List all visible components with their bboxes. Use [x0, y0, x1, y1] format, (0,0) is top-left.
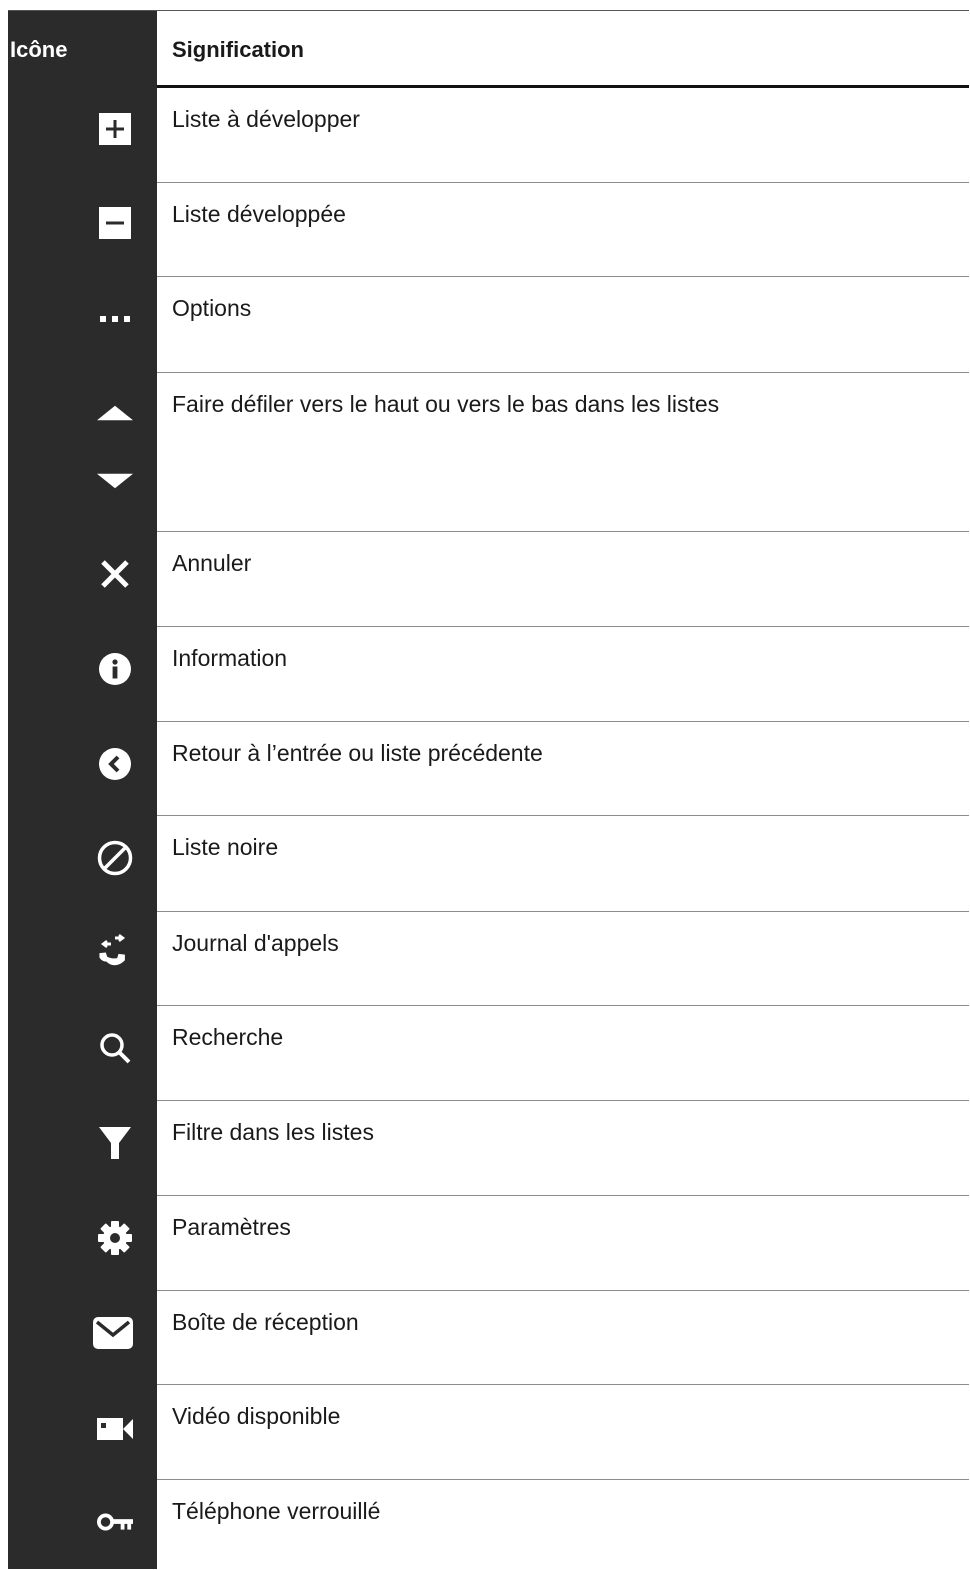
meaning-cell: Paramètres	[157, 1196, 969, 1291]
icon-cell	[8, 88, 157, 183]
meaning-cell: Filtre dans les listes	[157, 1101, 969, 1196]
table-row: Liste noire	[8, 816, 969, 912]
settings-gear-icon	[97, 1220, 133, 1256]
icon-cell	[8, 373, 157, 532]
meaning-cell: Recherche	[157, 1006, 969, 1101]
icon-legend-table: Icône Signification Liste à développer L…	[8, 10, 969, 1569]
mail-envelope-icon	[93, 1315, 133, 1351]
close-x-icon	[97, 556, 133, 592]
meaning-cell: Liste noire	[157, 816, 969, 912]
table-row: Journal d'appels	[8, 912, 969, 1006]
row-label: Options	[172, 295, 252, 321]
meaning-cell: Options	[157, 277, 969, 373]
plus-box-icon	[97, 111, 133, 147]
table-row: Recherche	[8, 1006, 969, 1101]
table-row: Boîte de réception	[8, 1291, 969, 1385]
meaning-cell: Retour à l’entrée ou liste précédente	[157, 722, 969, 816]
table-row: Annuler	[8, 532, 969, 627]
header-icon-column: Icône	[8, 11, 157, 88]
table-row: Retour à l’entrée ou liste précédente	[8, 722, 969, 816]
table-row: Téléphone verrouillé	[8, 1480, 969, 1569]
meaning-cell: Vidéo disponible	[157, 1385, 969, 1480]
meaning-cell: Liste développée	[157, 183, 969, 277]
back-chevron-circle-icon	[97, 746, 133, 782]
table-row: Faire défiler vers le haut ou vers le ba…	[8, 373, 969, 532]
video-camera-icon	[97, 1411, 133, 1447]
table-row: Options	[8, 277, 969, 373]
more-dots-icon	[97, 301, 133, 337]
meaning-cell: Liste à développer	[157, 88, 969, 183]
icon-cell	[8, 1291, 157, 1385]
key-lock-icon	[97, 1504, 133, 1540]
header-meaning-label: Signification	[172, 37, 304, 62]
meaning-cell: Journal d'appels	[157, 912, 969, 1006]
table-row: Filtre dans les listes	[8, 1101, 969, 1196]
icon-cell	[8, 532, 157, 627]
meaning-cell: Faire défiler vers le haut ou vers le ba…	[157, 373, 969, 532]
call-log-phone-icon	[97, 934, 133, 970]
row-label: Boîte de réception	[172, 1309, 359, 1335]
table-row: Liste développée	[8, 183, 969, 277]
row-label: Retour à l’entrée ou liste précédente	[172, 740, 543, 766]
row-label: Liste à développer	[172, 106, 360, 132]
icon-cell	[8, 1101, 157, 1196]
row-label: Liste noire	[172, 834, 279, 860]
meaning-cell: Annuler	[157, 532, 969, 627]
row-label: Annuler	[172, 550, 252, 576]
header-icon-label: Icône	[10, 37, 68, 62]
scroll-down-icon	[97, 461, 133, 501]
icon-cell	[8, 627, 157, 722]
icon-cell	[8, 1385, 157, 1480]
icon-cell	[8, 183, 157, 277]
meaning-cell: Boîte de réception	[157, 1291, 969, 1385]
icon-cell	[8, 1196, 157, 1291]
icon-cell	[8, 277, 157, 373]
icon-cell	[8, 1480, 157, 1569]
filter-funnel-icon	[97, 1125, 133, 1161]
search-magnifier-icon	[97, 1030, 133, 1066]
row-label: Filtre dans les listes	[172, 1119, 374, 1145]
blocked-circle-icon	[97, 840, 133, 876]
row-label: Liste développée	[172, 201, 346, 227]
table-row: Vidéo disponible	[8, 1385, 969, 1480]
icon-cell	[8, 1006, 157, 1101]
row-label: Journal d'appels	[172, 930, 339, 956]
table-row: Liste à développer	[8, 88, 969, 183]
icon-cell	[8, 912, 157, 1006]
table-row: Paramètres	[8, 1196, 969, 1291]
row-label: Paramètres	[172, 1214, 291, 1240]
row-label: Information	[172, 645, 288, 671]
table-row: Information	[8, 627, 969, 722]
icon-cell	[8, 722, 157, 816]
meaning-cell: Téléphone verrouillé	[157, 1480, 969, 1569]
minus-box-icon	[97, 205, 133, 241]
row-label: Vidéo disponible	[172, 1403, 341, 1429]
info-circle-icon	[97, 651, 133, 687]
row-label: Recherche	[172, 1024, 284, 1050]
table-header: Icône Signification	[8, 10, 969, 88]
row-label: Téléphone verrouillé	[172, 1498, 381, 1524]
meaning-cell: Information	[157, 627, 969, 722]
scroll-up-icon	[97, 393, 133, 433]
row-label: Faire défiler vers le haut ou vers le ba…	[172, 391, 720, 417]
icon-cell	[8, 816, 157, 912]
header-meaning-column: Signification	[157, 11, 969, 88]
